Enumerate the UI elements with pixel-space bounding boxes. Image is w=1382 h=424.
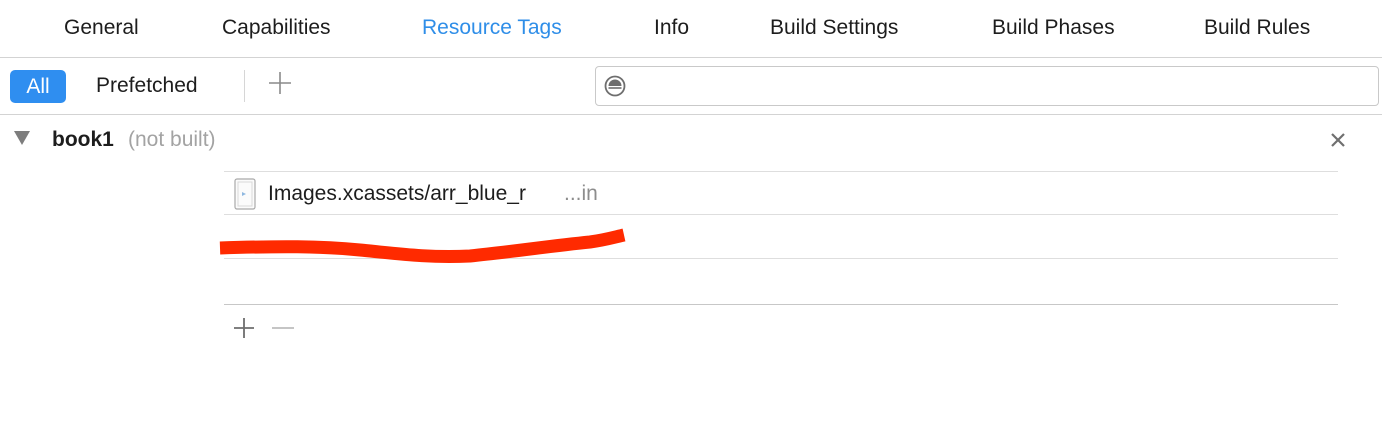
remove-resource-button[interactable] [270, 316, 296, 340]
tab-resource-tags[interactable]: Resource Tags [422, 14, 562, 42]
search-field[interactable] [595, 66, 1379, 106]
add-resource-button[interactable] [232, 316, 256, 340]
filter-all-button[interactable]: All [10, 70, 66, 103]
target-name: book1 [52, 128, 114, 151]
filter-prefetched-button[interactable]: Prefetched [96, 72, 198, 100]
tab-capabilities[interactable]: Capabilities [222, 14, 331, 42]
redaction-scribble [219, 228, 626, 264]
search-input[interactable] [640, 71, 1364, 103]
add-tag-button[interactable] [268, 68, 292, 98]
tab-bar: General Capabilities Resource Tags Info … [0, 0, 1382, 58]
tab-info[interactable]: Info [654, 14, 689, 42]
tab-build-rules[interactable]: Build Rules [1204, 14, 1310, 42]
asset-file-icon [234, 178, 256, 210]
table-bottom-divider [224, 304, 1338, 305]
table-row-divider [224, 214, 1338, 215]
target-status: (not built) [128, 128, 216, 151]
plus-icon [234, 318, 254, 338]
resource-file-name: Images.xcassets/arr_blue_r [268, 182, 526, 205]
filter-bar: All Prefetched [0, 58, 1382, 115]
tab-build-phases[interactable]: Build Phases [992, 14, 1115, 42]
tab-general[interactable]: General [64, 14, 139, 42]
resource-file-suffix: ...in [564, 182, 598, 205]
plus-icon [269, 72, 291, 94]
close-icon[interactable] [1328, 130, 1348, 150]
disclosure-triangle-icon[interactable] [14, 131, 30, 145]
filter-icon [604, 75, 626, 97]
toolbar-divider [244, 70, 245, 102]
tab-build-settings[interactable]: Build Settings [770, 14, 898, 42]
